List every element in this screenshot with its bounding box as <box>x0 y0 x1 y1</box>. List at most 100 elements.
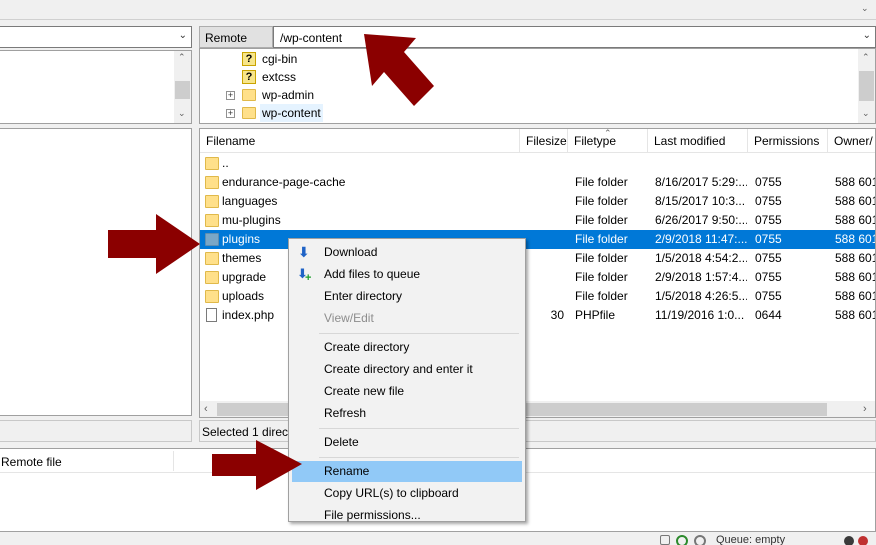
menu-item-create-directory-and-enter-it[interactable]: Create directory and enter it <box>292 359 522 380</box>
menu-separator <box>319 428 519 429</box>
menu-item-rename[interactable]: Rename <box>292 461 522 482</box>
menu-item-delete[interactable]: Delete <box>292 432 522 453</box>
top-scroll-down-button[interactable]: ⌄ <box>857 0 874 17</box>
remote-status-text: Selected 1 directo <box>202 425 299 439</box>
tree-item-label: wp-admin <box>262 88 315 102</box>
top-toolbar-strip <box>0 0 876 20</box>
chevron-down-icon: ⌄ <box>861 3 869 13</box>
file-cell-type: File folder <box>575 213 628 227</box>
chevron-up-icon: ⌃ <box>862 52 870 62</box>
file-cell-perms: 0755 <box>755 232 782 246</box>
file-cell-type: File folder <box>575 175 628 189</box>
file-cell-modified: 11/19/2016 1:0... <box>655 308 745 322</box>
question-icon: ? <box>242 52 256 66</box>
menu-item-create-directory[interactable]: Create directory <box>292 337 522 358</box>
file-cell-modified: 6/26/2017 9:50:... <box>655 213 747 227</box>
file-cell-owner: 588 601 <box>835 175 876 189</box>
lock-icon <box>660 535 670 545</box>
file-cell-name: mu-plugins <box>222 213 281 227</box>
menu-item-label: Delete <box>324 435 359 449</box>
file-cell-modified: 8/15/2017 10:3... <box>655 194 746 208</box>
question-icon: ? <box>242 70 256 84</box>
context-menu: ⬇ Download ⬇ + Add files to queue Enter direc… <box>288 238 526 522</box>
menu-item-label: View/Edit <box>324 311 374 325</box>
column-header-filetype[interactable]: Filetype ⌃ <box>568 129 648 153</box>
file-cell-owner: 588 601 <box>835 232 876 246</box>
menu-item-create-new-file[interactable]: Create new file <box>292 381 522 402</box>
menu-separator <box>319 457 519 458</box>
file-cell-name: .. <box>222 156 229 170</box>
folder-icon <box>242 107 256 119</box>
menu-item-enter-directory[interactable]: Enter directory <box>292 286 522 307</box>
tree-item-label: cgi-bin <box>262 52 298 66</box>
file-icon <box>206 308 217 322</box>
file-row[interactable]: languages File folder 8/15/2017 10:3... 075… <box>200 192 876 211</box>
file-cell-type: File folder <box>575 251 628 265</box>
file-cell-owner: 588 601 <box>835 251 876 265</box>
chevron-down-icon: ⌄ <box>178 30 187 41</box>
menu-item-file-permissions[interactable]: File permissions... <box>292 505 522 526</box>
expand-plus-icon[interactable]: + <box>226 91 235 100</box>
menu-item-label: Copy URL(s) to clipboard <box>324 486 459 500</box>
file-row[interactable]: endurance-page-cache File folder 8/16/2017… <box>200 173 876 192</box>
file-cell-modified: 1/5/2018 4:54:2... <box>655 251 747 265</box>
folder-icon <box>205 290 219 303</box>
menu-item-download[interactable]: ⬇ Download <box>292 242 522 263</box>
file-row[interactable]: mu-plugins File folder 6/26/2017 9:50:... 0… <box>200 211 875 230</box>
folder-icon <box>205 252 219 265</box>
file-cell-modified: 1/5/2018 4:26:5... <box>655 289 747 303</box>
expand-plus-icon[interactable]: + <box>226 109 235 118</box>
sort-ascending-icon: ⌃ <box>604 128 612 138</box>
file-cell-type: File folder <box>575 289 628 303</box>
local-tree-scrollbar[interactable]: ⌃ ⌄ <box>174 51 191 123</box>
column-header-filesize[interactable]: Filesize <box>520 129 568 153</box>
menu-item-copy-url-s-to-clipboard[interactable]: Copy URL(s) to clipboard <box>292 483 522 504</box>
chevron-down-icon: ⌄ <box>178 108 186 118</box>
file-cell-name: languages <box>222 194 278 208</box>
menu-item-label: Rename <box>324 464 370 478</box>
column-header-last-modified[interactable]: Last modified <box>648 129 748 153</box>
menu-separator <box>319 333 519 334</box>
file-cell-type: PHPfile <box>575 308 616 322</box>
activity-led-icon <box>844 536 854 545</box>
local-site-combo[interactable]: ⌄ <box>0 26 192 48</box>
chevron-left-icon: ‹ <box>204 403 208 415</box>
menu-item-label: Add files to queue <box>324 267 421 281</box>
remote-tree-scrollbar[interactable]: ⌃ ⌄ <box>858 49 875 123</box>
queue-column-divider <box>173 451 174 471</box>
activity-led-icon <box>858 536 868 545</box>
tree-item-label: extcss <box>262 70 297 84</box>
column-header-filename[interactable]: Filename <box>200 129 520 153</box>
local-status-bar <box>0 420 192 442</box>
file-cell-modified: 8/16/2017 5:29:... <box>655 175 747 189</box>
folder-icon <box>205 195 219 208</box>
scrollbar-thumb[interactable] <box>859 71 874 101</box>
column-header-owner[interactable]: Owner/ <box>828 129 875 153</box>
queue-status-text: Queue: empty <box>716 534 786 545</box>
file-cell-perms: 0755 <box>755 194 782 208</box>
local-tree-panel: ⌃ ⌄ <box>0 50 192 124</box>
menu-item-refresh[interactable]: Refresh <box>292 403 522 424</box>
queue-column-remote-file[interactable]: Remote file <box>1 455 62 469</box>
menu-item-label: File permissions... <box>324 508 421 522</box>
column-header-permissions[interactable]: Permissions <box>748 129 828 153</box>
file-row[interactable]: .. <box>200 154 875 173</box>
network-icon <box>694 535 706 545</box>
annotation-arrow-rename <box>212 440 302 490</box>
remote-site-label: Remote site: <box>199 26 273 67</box>
plus-icon: + <box>305 272 312 284</box>
file-cell-modified: 2/9/2018 11:47:... <box>655 232 747 246</box>
file-cell-perms: 0755 <box>755 251 782 265</box>
remote-site-path: /wp-content <box>280 31 343 45</box>
file-cell-perms: 0755 <box>755 289 782 303</box>
menu-item-add-files-to-queue[interactable]: ⬇ + Add files to queue <box>292 264 522 285</box>
scrollbar-thumb[interactable] <box>175 81 190 99</box>
file-cell-type: File folder <box>575 232 628 246</box>
folder-icon <box>205 271 219 284</box>
file-cell-owner: 588 601 <box>835 270 876 284</box>
gear-icon <box>676 535 688 545</box>
file-cell-type: File folder <box>575 270 628 284</box>
menu-item-label: Create directory and enter it <box>324 362 473 376</box>
remote-tree-panel: ? cgi-bin ? extcss + wp-admin + wp-conte… <box>199 48 876 124</box>
file-cell-owner: 588 601 <box>835 194 876 208</box>
